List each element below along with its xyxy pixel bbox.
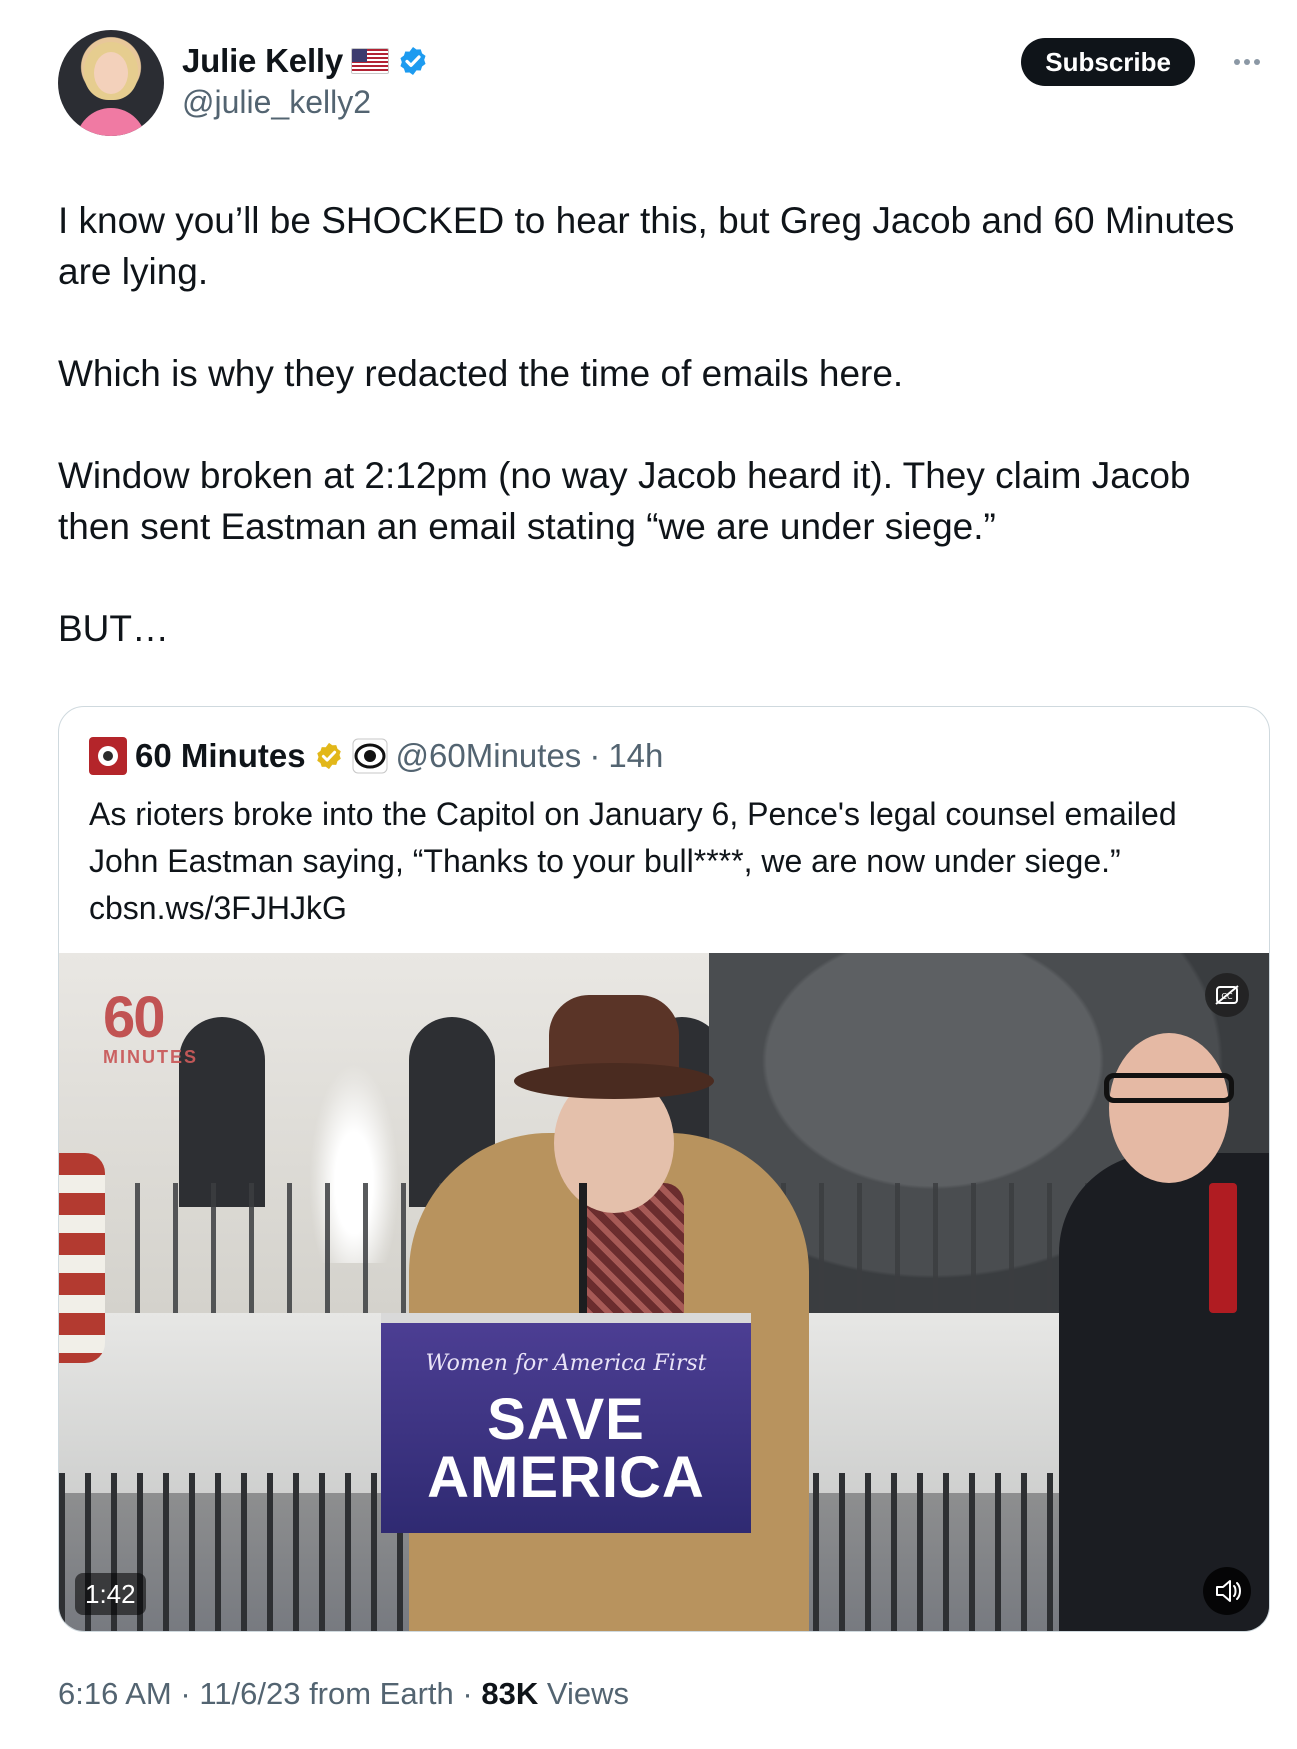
meta-separator: · [180,1676,191,1711]
video-second-man-head [1109,1033,1229,1183]
verified-badge-icon [400,47,426,75]
post-time[interactable]: 6:16 AM [58,1676,172,1711]
video-speaker-hat-brim [514,1063,714,1099]
video-duration-badge: 1:42 [75,1573,146,1615]
quoted-author-avatar [89,737,127,775]
gold-verified-badge-icon [316,742,341,770]
podium-sign-text: SAVE AMERICA [427,1387,705,1510]
video-second-man-body [1059,1153,1269,1631]
volume-icon[interactable] [1203,1567,1251,1615]
quoted-author-handle: @60Minutes [395,737,582,774]
more-dot [1234,59,1240,65]
quoted-tweet-card[interactable]: 60 Minutes @60Minutes · 14h As rioters b… [58,706,1270,1632]
tweet-paragraph: I know you’ll be SHOCKED to hear this, b… [58,200,1245,292]
avatar-shirt [76,108,146,136]
quoted-timestamp: 14h [608,737,664,774]
tweet-paragraph: BUT… [58,608,169,649]
author-handle[interactable]: @julie_kelly2 [182,84,371,121]
author-name-row: Julie Kelly [182,42,429,80]
author-display-name[interactable]: Julie Kelly [182,42,343,80]
tweet-header: Julie Kelly @julie_kelly2 Subscribe [58,30,1269,140]
video-podium: Women for America First SAVE AMERICA [381,1313,751,1533]
quoted-separator: · [589,737,601,774]
views-label: Views [546,1676,629,1711]
views-count: 83K [481,1676,539,1711]
video-second-man-tie [1209,1183,1237,1313]
watermark-word: MINUTES [103,1047,198,1067]
tweet-paragraph: Which is why they redacted the time of e… [58,353,904,394]
video-second-man-glasses [1104,1073,1234,1103]
subscribe-button[interactable]: Subscribe [1021,38,1195,86]
quoted-tweet-header: 60 Minutes @60Minutes · 14h [89,737,663,775]
more-dot [1254,59,1260,65]
us-flag-icon [351,48,390,74]
cbs-eye-affiliate-icon [352,738,388,774]
quoted-author-name: 60 Minutes [135,737,306,774]
watermark-number: 60 [103,985,166,1050]
tweet-text: I know you’ll be SHOCKED to hear this, b… [58,195,1258,705]
avatar-face [94,52,128,94]
video-scene-flag [59,1153,105,1363]
more-options-icon[interactable] [1225,48,1269,76]
60-minutes-watermark: 60 MINUTES [103,989,198,1068]
quoted-tweet-text: As rioters broke into the Capitol on Jan… [89,796,1177,926]
more-dot [1244,59,1250,65]
author-avatar[interactable] [58,30,164,136]
post-date-source[interactable]: 11/6/23 from Earth [199,1676,453,1711]
video-player[interactable]: Women for America First SAVE AMERICA 60 … [59,953,1269,1631]
svg-text:CC: CC [1221,992,1233,1001]
tweet-metadata: 6:16 AM · 11/6/23 from Earth · 83K Views [58,1676,629,1712]
tweet-paragraph: Window broken at 2:12pm (no way Jacob he… [58,455,1201,547]
captions-off-icon[interactable]: CC [1205,973,1249,1017]
meta-separator: · [462,1676,473,1711]
podium-sign-small: Women for America First [425,1351,707,1376]
